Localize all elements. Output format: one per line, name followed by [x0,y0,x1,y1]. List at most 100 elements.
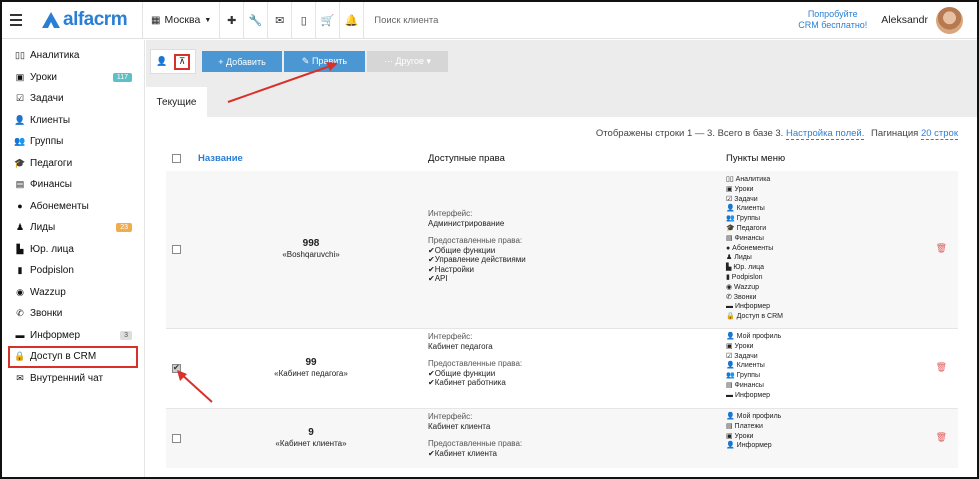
sidebar-item-7[interactable]: ● Абонементы [2,196,144,218]
bell-icon[interactable]: 🔔 [340,2,363,39]
menu-item: ☑ Задачи [726,352,758,360]
sidebar-item-label: Задачи [30,93,64,105]
mobile-icon[interactable]: ▯ [292,2,315,39]
menu-item: ◉ Wazzup [726,283,760,291]
sidebar-item-label: Звонки [30,308,63,320]
menu-cell: 👤 Мой профиль ▤ Платежи ▣ Уроки 👤 Информер [726,412,846,451]
user-icon[interactable]: 👤 [156,56,167,67]
sidebar-item-12[interactable]: ✆ Звонки [2,303,144,325]
menu-item: 👤 Мой профиль [726,413,782,420]
fields-settings-link[interactable]: Настройка полей. [785,128,865,140]
sidebar-item-label: Podpislon [30,265,74,277]
trash-icon[interactable]: 🗑 [936,432,947,443]
menu-item: 👥 Группы [726,215,760,223]
sidebar-item-8[interactable]: ♟ Лиды 23 [2,217,144,239]
column-header-menu: Пункты меню [726,153,786,164]
menu-item: ♟ Лиды [726,254,752,262]
sidebar: ▯▯ Аналитика ▣ Уроки 117 ☑ Задачи 👤 Клиенты 👥 Груп… [2,40,145,477]
menu-item: ▣ Уроки [726,342,754,350]
table-row[interactable]: 9 «Кабинет клиента» Интерфейс: Кабинет клие… [166,408,958,468]
right-item: ✔API [428,274,448,283]
count-badge: 117 [112,72,132,82]
tab-current[interactable]: Текущие [146,87,207,117]
role-name: «Boshqaruvchi» [282,249,340,259]
menu-item: 👤 Мой профиль [726,333,782,340]
right-item: ✔Кабинет клиента [428,448,497,458]
plus-icon[interactable]: ✚ [220,2,243,39]
wrench-icon[interactable]: 🔧 [244,2,267,39]
sidebar-item-label: Абонементы [30,200,89,212]
promo-link[interactable]: Попробуйте CRM бесплатно! [798,9,881,31]
table-row[interactable]: 99«Кабинет педагога» Интерфейс:Кабинет пе… [166,328,958,408]
rights-cell: Интерфейс: Кабинет педагога Предоставленны… [428,332,578,388]
logo-text: alfacrm [63,9,128,30]
lock-icon: 🔒 [14,351,26,362]
sidebar-item-15[interactable]: ✉ Внутренний чат [2,368,144,390]
calendar-icon: ▣ [15,71,25,82]
menu-item: 🔒 Доступ в CRM [726,313,783,321]
sidebar-item-0[interactable]: ▯▯ Аналитика [2,45,144,67]
sidebar-item-3[interactable]: 👤 Клиенты [2,110,144,132]
hamburger-menu-icon[interactable] [2,2,30,38]
trash-icon[interactable]: 🗑 [936,243,947,254]
city-select[interactable]: ▦ Москва ▼ [143,2,219,39]
menu-item: ▣ Уроки [726,185,754,193]
menu-item: ▣ Уроки [726,432,754,440]
interface-label: Интерфейс: [428,412,473,421]
phone-icon: ✆ [16,308,24,319]
user-name[interactable]: Aleksandr [881,14,936,26]
sidebar-item-label: Wazzup [30,286,66,298]
menu-item: ▤ Финансы [726,381,764,389]
right-item: ✔Настройки [428,264,474,274]
view-toggle: 👤 ⊼ [150,49,196,74]
group-icon: 👥 [14,136,26,147]
column-header-name[interactable]: Название [198,153,243,164]
menu-item: ▬ Информер [726,391,770,399]
count-badge: 23 [116,223,132,233]
mail-icon[interactable]: ✉ [268,2,291,39]
sidebar-item-5[interactable]: 🎓 Педагоги [2,153,144,175]
row-checkbox[interactable] [172,244,181,254]
other-button[interactable]: ··· Другое ▾ [367,51,448,72]
trash-icon[interactable]: 🗑 [936,362,947,373]
avatar[interactable] [936,6,963,34]
rights-label: Предоставленные права: [428,236,523,245]
pin-icon[interactable]: ⊼ [174,53,191,70]
rights-label: Предоставленные права: [428,359,523,368]
interface-label: Интерфейс: [428,209,473,218]
sidebar-item-1[interactable]: ▣ Уроки 117 [2,67,144,89]
sidebar-item-4[interactable]: 👥 Группы [2,131,144,153]
menu-item: ▙ Юр. лица [726,264,765,272]
lead-icon: ♟ [15,222,25,233]
cart-icon[interactable]: 🛒 [316,2,339,39]
row-checkbox[interactable] [172,434,181,443]
right-item: ✔Управление действиями [428,255,526,264]
sidebar-item-9[interactable]: ▙ Юр. лица [2,239,144,261]
menu-item: 👥 Группы [726,372,760,380]
informer-icon: ▬ [15,330,25,341]
logo[interactable]: alfacrm [42,9,142,31]
pagination-label: Пагинация [871,128,919,139]
table-info: Отображены строки 1 — 3. Всего в базе 3.… [596,128,958,140]
city-label: Москва [164,14,201,26]
sidebar-item-6[interactable]: ▤ Финансы [2,174,144,196]
menu-item: ▤ Платежи [726,422,763,430]
pagination-link[interactable]: 20 строк [920,128,958,140]
role-number: 9 [308,427,314,438]
sidebar-item-label: Педагоги [30,157,73,169]
sidebar-item-13[interactable]: ▬ Информер 3 [2,325,144,347]
select-all-checkbox[interactable] [172,154,181,163]
sidebar-item-10[interactable]: ▮ Podpislon [2,260,144,282]
sidebar-item-11[interactable]: ◉ Wazzup [2,282,144,304]
building-icon: ▙ [16,243,24,254]
alfacrm-logo-icon [42,12,60,28]
document-icon: ▮ [17,265,23,276]
rights-label: Предоставленные права: [428,439,523,448]
sidebar-item-2[interactable]: ☑ Задачи [2,88,144,110]
sidebar-item-label: Группы [30,136,64,148]
sidebar-item-14[interactable]: 🔒 Доступ в CRM [8,346,138,368]
menu-item: ✆ Звонки [726,293,757,301]
client-search-input[interactable]: Поиск клиента [364,15,794,26]
table-row[interactable]: 998 «Boshqaruvchi» Интерфейс: Администриров… [166,171,958,328]
name-cell: 998 «Boshqaruvchi» [256,238,366,260]
